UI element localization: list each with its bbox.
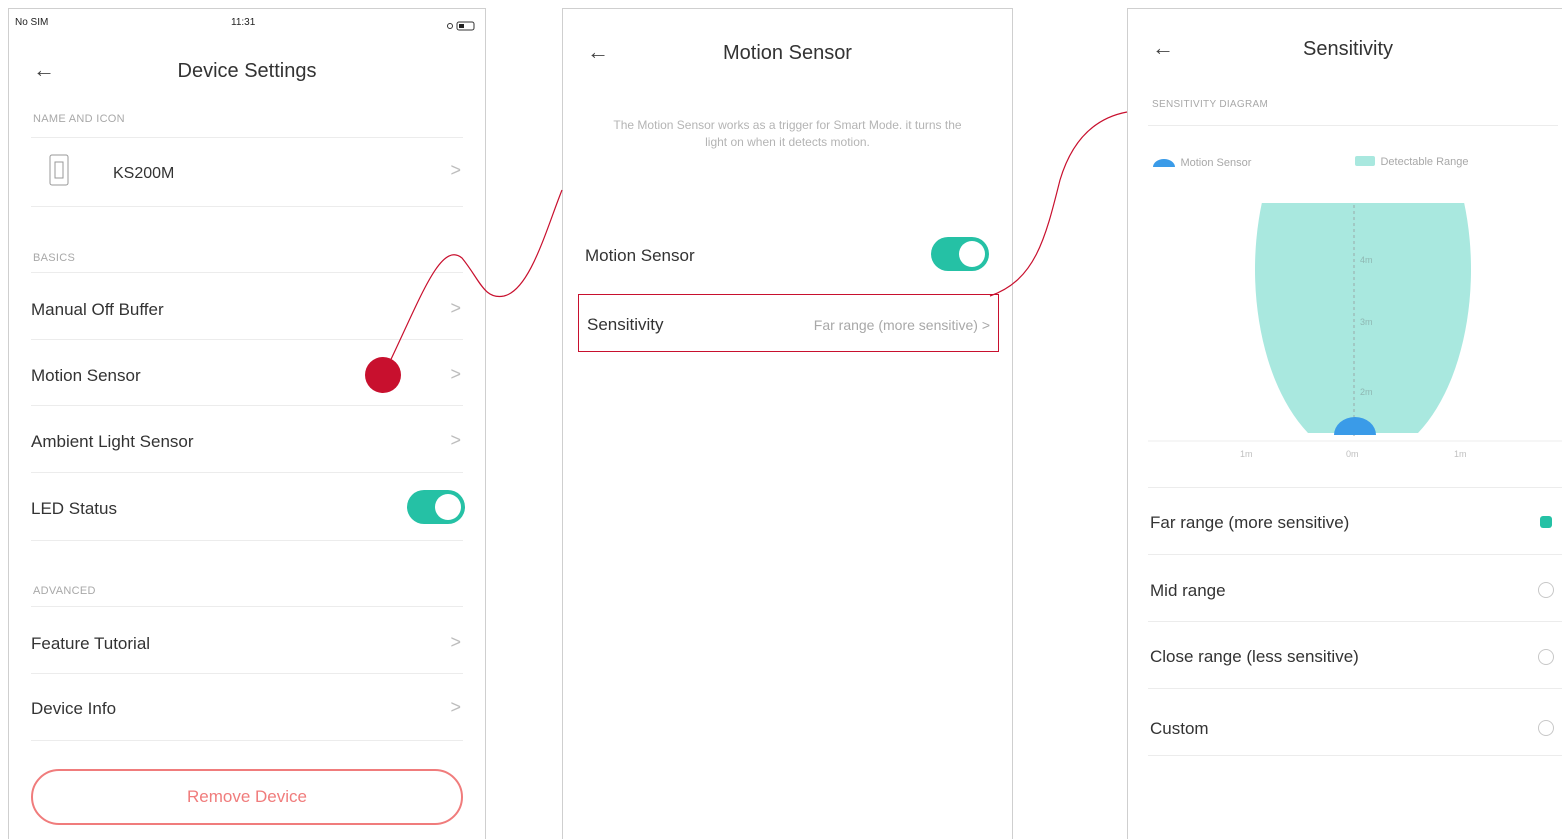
list-item-feature-tutorial[interactable]: Feature Tutorial > bbox=[31, 606, 463, 674]
motion-sensor-legend-icon bbox=[1153, 159, 1175, 167]
motion-sensor-toggle[interactable] bbox=[931, 237, 989, 271]
chevron-right-icon: > bbox=[450, 632, 461, 652]
sensitivity-diagram: 4m 3m 2m 1m 0m 1m bbox=[1148, 79, 1562, 465]
list-item-label: Motion Sensor bbox=[31, 366, 141, 385]
radio-unselected-icon[interactable] bbox=[1538, 720, 1554, 736]
chevron-right-icon: > bbox=[450, 697, 461, 717]
detectable-range-legend-icon bbox=[1355, 156, 1375, 166]
list-item-label: LED Status bbox=[31, 499, 117, 518]
sensitivity-row[interactable]: Sensitivity Far range (more sensitive) > bbox=[578, 294, 999, 352]
page-title: Motion Sensor bbox=[723, 42, 852, 64]
legend-detectable-range: Detectable Range bbox=[1354, 154, 1469, 172]
device-settings-screen: No SIM 11:31 ← Device Settings NAME AND … bbox=[8, 8, 486, 839]
motion-sensor-description: The Motion Sensor works as a trigger for… bbox=[613, 118, 962, 149]
carrier-label: No SIM bbox=[15, 17, 49, 28]
device-name: KS200M bbox=[113, 165, 175, 182]
page-title: Device Settings bbox=[177, 60, 317, 82]
list-item-led-status: LED Status bbox=[31, 473, 465, 541]
chevron-right-icon: > bbox=[450, 364, 461, 384]
list-item-label: Feature Tutorial bbox=[31, 634, 151, 653]
x-label-right: 1m bbox=[1454, 449, 1467, 459]
section-name-and-icon: NAME AND ICON bbox=[33, 113, 125, 125]
option-close-range[interactable]: Close range (less sensitive) bbox=[1148, 622, 1562, 689]
diagram-header: SENSITIVITY DIAGRAM bbox=[1152, 99, 1269, 110]
page-title: Sensitivity bbox=[1302, 38, 1394, 60]
legend-label: Detectable Range bbox=[1380, 156, 1469, 168]
range-label-close: 2m bbox=[1360, 387, 1373, 397]
range-label-mid: 3m bbox=[1360, 317, 1373, 327]
list-item-label: Ambient Light Sensor bbox=[31, 432, 194, 451]
section-advanced: ADVANCED bbox=[33, 585, 96, 597]
led-status-toggle[interactable] bbox=[407, 490, 465, 524]
list-item-ambient-light-sensor[interactable]: Ambient Light Sensor > bbox=[31, 406, 463, 473]
sensitivity-label: Sensitivity bbox=[587, 315, 664, 334]
device-name-row[interactable]: KS200M > bbox=[31, 137, 463, 207]
chevron-right-icon: > bbox=[450, 298, 461, 318]
radio-unselected-icon[interactable] bbox=[1538, 582, 1554, 598]
option-label: Mid range bbox=[1150, 581, 1226, 600]
chevron-right-icon: > bbox=[450, 160, 461, 180]
radio-selected-icon[interactable] bbox=[1540, 516, 1552, 528]
list-item-manual-off-buffer[interactable]: Manual Off Buffer > bbox=[31, 272, 463, 340]
list-item-label: Device Info bbox=[31, 699, 117, 718]
legend-motion-sensor: Motion Sensor bbox=[1152, 155, 1251, 173]
x-label-center: 0m bbox=[1346, 449, 1359, 459]
chevron-right-icon: > bbox=[450, 430, 461, 450]
option-label: Far range (more sensitive) bbox=[1150, 513, 1350, 532]
list-item-motion-sensor[interactable]: Motion Sensor > bbox=[31, 339, 463, 406]
divider bbox=[1148, 125, 1558, 126]
motion-sensor-label: Motion Sensor bbox=[585, 246, 695, 265]
x-label-left: 1m bbox=[1240, 449, 1253, 459]
option-mid-range[interactable]: Mid range bbox=[1148, 555, 1562, 622]
option-custom[interactable]: Custom bbox=[1148, 689, 1562, 756]
option-label: Custom bbox=[1150, 719, 1209, 738]
range-label-far: 4m bbox=[1360, 255, 1373, 265]
sensitivity-screen: ← Sensitivity SENSITIVITY DIAGRAM Motion… bbox=[1127, 8, 1562, 839]
legend-label: Motion Sensor bbox=[1180, 157, 1252, 169]
remove-device-button[interactable]: Remove Device bbox=[31, 769, 463, 825]
switch-icon bbox=[49, 154, 69, 191]
option-label: Close range (less sensitive) bbox=[1150, 647, 1359, 666]
clock: 11:31 bbox=[231, 17, 256, 28]
motion-sensor-screen: ← Motion Sensor The Motion Sensor works … bbox=[562, 8, 1013, 839]
sensitivity-value: Far range (more sensitive) > bbox=[813, 317, 990, 333]
section-basics: BASICS bbox=[33, 252, 76, 264]
option-far-range[interactable]: Far range (more sensitive) bbox=[1148, 488, 1562, 555]
list-item-label: Manual Off Buffer bbox=[31, 300, 164, 319]
list-item-device-info[interactable]: Device Info > bbox=[31, 673, 463, 741]
battery-icon bbox=[447, 18, 477, 36]
radio-unselected-icon[interactable] bbox=[1538, 649, 1554, 665]
